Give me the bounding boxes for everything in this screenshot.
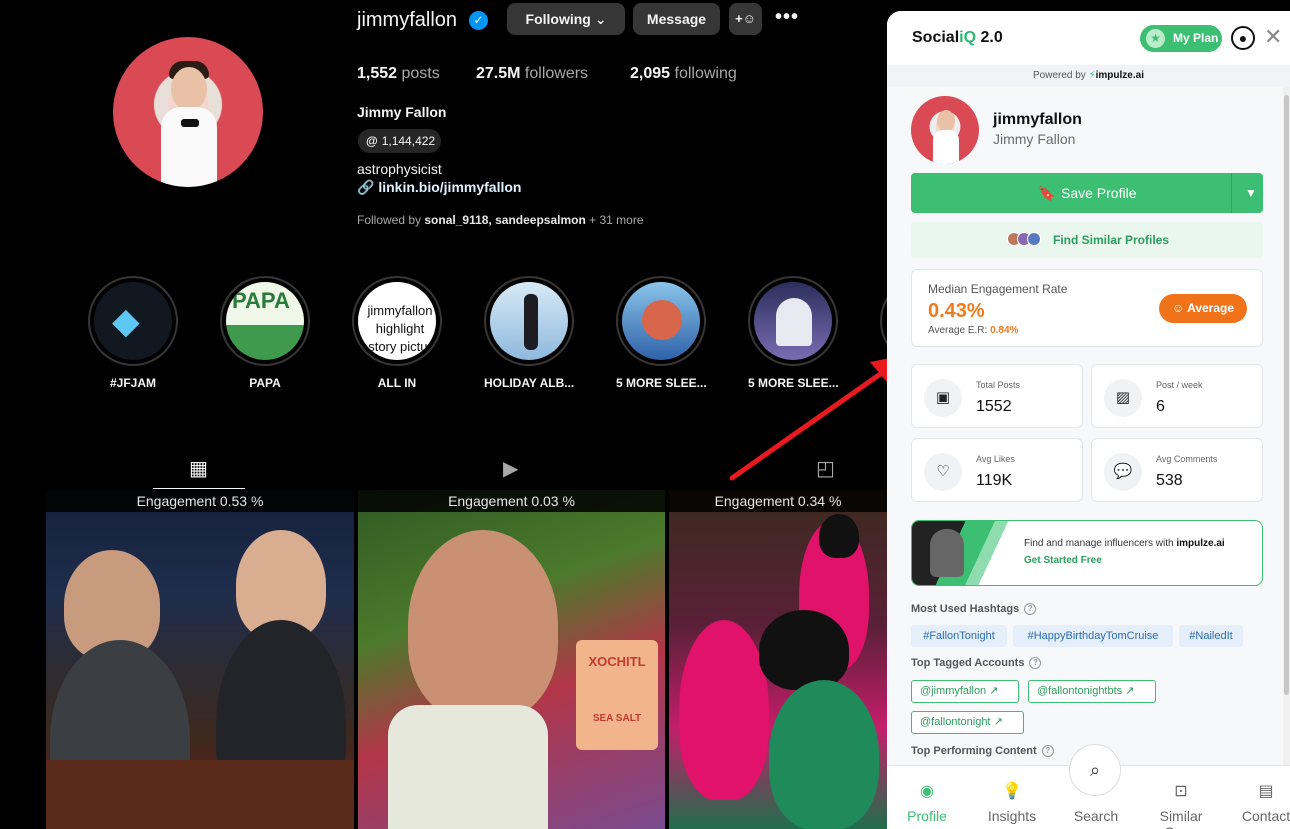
panel-brand: SocialiQ 2.0 [912, 29, 1003, 46]
nav-similar-ones[interactable]: ⊡Similar Ones [1145, 782, 1217, 829]
bookmark-icon: 🔖 [1038, 185, 1056, 201]
external-link-icon: ↗ [989, 685, 999, 697]
chevron-down-icon: ⌄ [594, 11, 607, 27]
nav-profile[interactable]: ◉ Profile [892, 782, 962, 824]
active-tab-indicator [153, 488, 245, 489]
comment-icon: 💬 [1104, 453, 1142, 491]
hashtags-heading: Most Used Hashtags? [911, 603, 1037, 615]
post-engagement-label: Engagement 0.03 % [358, 490, 665, 512]
stat-card-avg-likes: ♡ Avg Likes 119K [911, 438, 1083, 502]
avatar [1027, 232, 1041, 246]
engagement-average: Average E.R: 0.84% [928, 325, 1019, 336]
hashtag-chip[interactable]: #FallonTonight [911, 625, 1007, 647]
get-started-link[interactable]: Get Started Free [1024, 555, 1102, 566]
post-thumbnail[interactable]: Engagement 0.34 % [669, 490, 887, 829]
posts-count: 1,552 posts [357, 65, 440, 82]
top-content-heading: Top Performing Content? [911, 745, 1054, 757]
highlight-item[interactable]: HOLIDAY ALB... [484, 276, 574, 390]
panel-username: jimmyfallon [993, 111, 1082, 128]
more-options-icon[interactable]: ••• [775, 6, 799, 29]
add-user-icon: + [735, 11, 743, 26]
panel-full-name: Jimmy Fallon [993, 131, 1076, 147]
threads-icon: @ [366, 134, 378, 148]
tagged-account-chip[interactable]: @fallontonightbts ↗ [1028, 680, 1156, 703]
profile-avatar[interactable] [113, 37, 263, 187]
promo-image [912, 521, 1016, 585]
bolt-icon: ⚡ [1088, 70, 1096, 81]
hashtag-chip[interactable]: #HappyBirthdayTomCruise [1013, 625, 1173, 647]
tagged-account-chip[interactable]: @fallontonight ↗ [911, 711, 1024, 734]
calendar-icon: ▣ [924, 379, 962, 417]
help-icon[interactable]: ? [1041, 745, 1054, 757]
find-similar-button[interactable]: Find Similar Profiles [911, 222, 1263, 258]
profile-username: jimmyfallon [357, 9, 458, 31]
post-engagement-label: Engagement 0.53 % [46, 490, 354, 512]
help-icon[interactable]: ? [1029, 657, 1042, 669]
engagement-value: 0.43% [928, 300, 985, 322]
panel-body: jimmyfallon Jimmy Fallon 🔖 Save Profile … [887, 87, 1290, 765]
threads-badge[interactable]: @1,144,422 [358, 129, 441, 153]
nav-insights[interactable]: 💡 Insights [977, 782, 1047, 824]
powered-by: Powered by ⚡impulze.ai [887, 65, 1290, 87]
following-count[interactable]: 2,095 following [630, 65, 737, 83]
image-icon: ▨ [1104, 379, 1142, 417]
user-circle-icon: ◉ [920, 783, 934, 800]
contact-icon: ▤ [1258, 783, 1274, 800]
profile-link[interactable]: 🔗 linkin.bio/jimmyfallon [357, 179, 521, 196]
diamond-icon: ◆ [112, 300, 140, 341]
stat-card-post-per-week: ▨ Post / week 6 [1091, 364, 1263, 428]
close-icon[interactable]: ✕ [1264, 24, 1282, 50]
star-icon: ★ [1146, 29, 1165, 48]
search-icon[interactable]: ⌕ [1069, 744, 1121, 796]
engagement-status-badge: ☺ Average [1159, 294, 1247, 323]
smile-icon: ☺ [1171, 301, 1185, 315]
panel-profile-avatar [911, 96, 979, 164]
highlight-item[interactable]: 5 MORE SLEE... [616, 276, 706, 390]
scrollbar-thumb[interactable] [1284, 95, 1289, 695]
heart-icon: ♡ [924, 453, 962, 491]
post-engagement-label: Engagement 0.34 % [669, 490, 887, 512]
my-plan-button[interactable]: ★ My Plan [1140, 25, 1222, 52]
chevron-down-icon[interactable]: ▼ [1239, 173, 1263, 213]
external-link-icon: ↗ [1125, 685, 1135, 697]
highlight-item[interactable]: jimmyfallon highlight story pictur ALL I… [352, 276, 442, 390]
reels-tab-icon[interactable]: ▶ [503, 456, 518, 481]
hashtag-chip[interactable]: #NailedIt [1179, 625, 1243, 647]
profile-full-name: Jimmy Fallon [357, 104, 447, 120]
account-icon[interactable]: ● [1231, 26, 1255, 50]
message-button[interactable]: Message [633, 3, 720, 35]
add-user-button[interactable]: +☺ [729, 3, 762, 35]
socialiq-panel: SocialiQ 2.0 ★ My Plan ● ✕ Powered by ⚡im… [887, 11, 1290, 829]
stat-card-total-posts: ▣ Total Posts 1552 [911, 364, 1083, 428]
panel-header: SocialiQ 2.0 ★ My Plan ● ✕ [887, 11, 1290, 65]
nav-contact[interactable]: ▤ Contact [1231, 782, 1290, 824]
tagged-account-chip[interactable]: @jimmyfallon ↗ [911, 680, 1019, 703]
stat-card-avg-comments: 💬 Avg Comments 538 [1091, 438, 1263, 502]
tagged-accounts-heading: Top Tagged Accounts? [911, 657, 1042, 669]
followers-count[interactable]: 27.5M followers [476, 65, 588, 83]
post-thumbnail[interactable]: Engagement 0.03 % XOCHITL SEA SALT [358, 490, 665, 829]
external-link-icon: ↗ [993, 716, 1003, 728]
save-profile-button[interactable]: 🔖 Save Profile ▼ [911, 173, 1263, 213]
following-button[interactable]: Following ⌄ [507, 3, 625, 35]
link-icon: 🔗 [357, 179, 375, 195]
highlight-item[interactable]: PAPA PAPA [220, 276, 310, 390]
lightbulb-icon: 💡 [1002, 783, 1022, 800]
help-icon[interactable]: ? [1024, 603, 1037, 615]
highlight-item[interactable]: ◆ #JFJAM [88, 276, 178, 390]
verified-badge-icon: ✓ [469, 11, 488, 30]
followed-by[interactable]: Followed by sonal_9118, sandeepsalmon + … [357, 213, 644, 227]
profile-bio: astrophysicist [357, 161, 442, 177]
engagement-card: Median Engagement Rate 0.43% Average E.R… [911, 269, 1263, 347]
similar-icon: ⊡ [1174, 783, 1188, 800]
impulze-promo-banner[interactable]: Find and manage influencers with impulze… [911, 520, 1263, 586]
post-thumbnail[interactable]: Engagement 0.53 % [46, 490, 354, 829]
posts-grid-tab-icon[interactable]: ▦ [189, 456, 208, 481]
panel-bottom-nav: ◉Profile 💡Insights Search ⌕ ⊡Similar One… [887, 744, 1290, 829]
